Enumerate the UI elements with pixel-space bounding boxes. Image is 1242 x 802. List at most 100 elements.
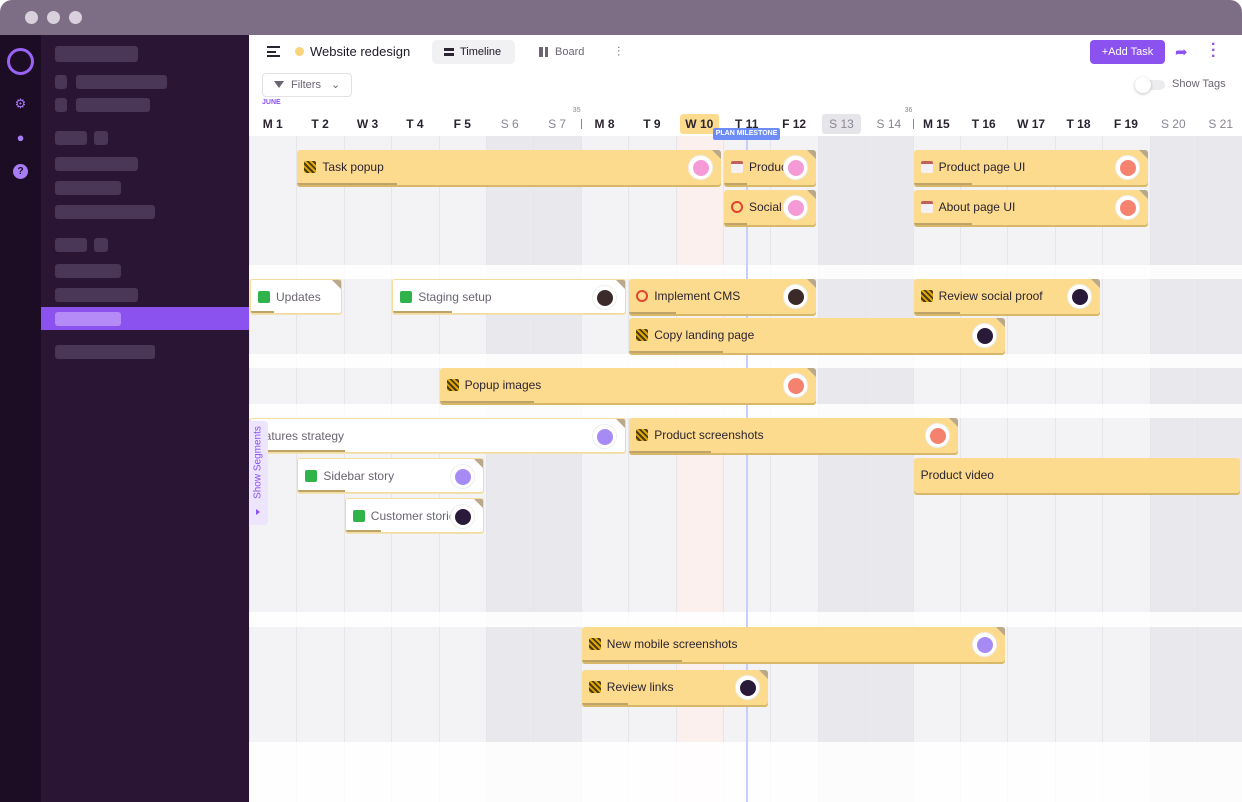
- task-bar[interactable]: Product video: [913, 458, 1240, 493]
- assignee-avatar[interactable]: [592, 424, 618, 449]
- day-header: S 20: [1160, 117, 1186, 131]
- resize-corner[interactable]: [331, 280, 341, 289]
- task-bar[interactable]: Updates: [250, 279, 342, 314]
- progress-bar: [913, 183, 973, 185]
- assignee-avatar[interactable]: [782, 284, 808, 309]
- task-bar[interactable]: Customer stories: [344, 498, 484, 533]
- task-bar[interactable]: Sidebar story: [297, 458, 484, 493]
- help-icon[interactable]: ?: [13, 164, 28, 179]
- resize-corner[interactable]: [996, 627, 1006, 636]
- assignee-avatar[interactable]: [449, 504, 475, 529]
- resize-corner[interactable]: [806, 368, 816, 377]
- resize-corner[interactable]: [759, 670, 769, 679]
- blocked-status-icon: [636, 290, 649, 302]
- task-bar[interactable]: Popup images: [439, 368, 816, 403]
- sidebar-item[interactable]: [55, 181, 121, 195]
- task-bar[interactable]: eatures strategy: [250, 418, 627, 453]
- resize-corner[interactable]: [996, 318, 1006, 327]
- task-title: Product video: [920, 468, 994, 482]
- done-status-icon: [305, 470, 318, 482]
- show-tags-toggle[interactable]: [1135, 77, 1165, 93]
- menu-icon[interactable]: [267, 46, 280, 57]
- day-header: F 5: [453, 117, 471, 131]
- more-options-icon[interactable]: · · ·: [1211, 37, 1216, 65]
- assignee-avatar[interactable]: [972, 632, 998, 657]
- task-bar[interactable]: Product page UI: [913, 150, 1148, 185]
- week-divider: [580, 119, 582, 129]
- blocked-status-icon: [731, 201, 743, 213]
- sidebar-item[interactable]: [55, 264, 121, 278]
- maximize-window-button[interactable]: [69, 11, 82, 24]
- settings-sliders-icon[interactable]: ⫶: [617, 44, 620, 60]
- sidebar-item[interactable]: [55, 345, 155, 359]
- task-bar[interactable]: Review links: [581, 670, 769, 705]
- resize-corner[interactable]: [1138, 190, 1148, 199]
- task-bar[interactable]: Copy landing page: [629, 318, 1006, 353]
- day-header: W 3: [356, 117, 379, 131]
- in-progress-status-icon: [636, 329, 649, 341]
- tab-board[interactable]: Board: [527, 40, 597, 64]
- task-bar[interactable]: Review social proof: [913, 279, 1101, 314]
- in-progress-status-icon: [636, 429, 649, 441]
- assignee-avatar[interactable]: [592, 285, 618, 310]
- icon-rail: ⚙ ● ?: [0, 35, 41, 802]
- assignee-avatar[interactable]: [1114, 195, 1140, 220]
- close-window-button[interactable]: [25, 11, 38, 24]
- task-bar[interactable]: Staging setup: [392, 279, 627, 314]
- users-icon[interactable]: ●: [13, 130, 28, 145]
- assignee-avatar[interactable]: [449, 464, 475, 489]
- resize-corner[interactable]: [473, 499, 483, 508]
- timeline-icon: [444, 48, 454, 56]
- add-task-button[interactable]: +Add Task: [1090, 40, 1165, 64]
- sidebar-item[interactable]: [55, 157, 138, 171]
- resize-corner[interactable]: [616, 280, 626, 289]
- progress-bar: [629, 312, 676, 314]
- sidebar-item[interactable]: [55, 205, 155, 219]
- assignee-avatar[interactable]: [782, 155, 808, 180]
- resize-corner[interactable]: [806, 190, 816, 199]
- day-header: S 7: [548, 117, 567, 131]
- assignee-avatar[interactable]: [1114, 155, 1140, 180]
- resize-corner[interactable]: [806, 279, 816, 288]
- sidebar-item-active[interactable]: [41, 307, 249, 330]
- draft-status-icon: [731, 161, 743, 173]
- day-column: [486, 136, 534, 802]
- show-segments-label: Show Segments: [252, 426, 264, 499]
- assignee-avatar[interactable]: [687, 155, 713, 180]
- milestone-badge[interactable]: PLAN MILESTONE: [712, 128, 781, 140]
- assignee-avatar[interactable]: [782, 373, 808, 398]
- resize-corner[interactable]: [1138, 150, 1148, 159]
- filters-dropdown[interactable]: Filters ⌄: [262, 73, 352, 97]
- task-bar[interactable]: Product screenshots: [629, 418, 958, 453]
- task-bar[interactable]: Social: [724, 190, 816, 225]
- draft-status-icon: [920, 161, 933, 173]
- resize-corner[interactable]: [806, 150, 816, 159]
- assignee-avatar[interactable]: [1067, 284, 1093, 309]
- week-number: 35: [572, 107, 581, 114]
- task-title: eatures strategy: [258, 429, 345, 443]
- task-bar[interactable]: About page UI: [913, 190, 1148, 225]
- resize-corner[interactable]: [473, 459, 483, 468]
- task-bar[interactable]: New mobile screenshots: [581, 627, 1006, 662]
- resize-corner[interactable]: [616, 419, 626, 428]
- month-label: JUNE: [262, 99, 281, 106]
- sidebar-item[interactable]: [55, 288, 138, 302]
- assignee-avatar[interactable]: [782, 195, 808, 220]
- app-logo-icon[interactable]: [7, 48, 34, 75]
- tab-timeline[interactable]: Timeline: [432, 40, 515, 64]
- share-icon[interactable]: ➦: [1175, 43, 1188, 61]
- resize-corner[interactable]: [711, 150, 721, 159]
- task-bar[interactable]: Implement CMS: [629, 279, 816, 314]
- minimize-window-button[interactable]: [47, 11, 60, 24]
- resize-corner[interactable]: [948, 418, 958, 427]
- resize-corner[interactable]: [1091, 279, 1101, 288]
- gear-icon[interactable]: ⚙: [13, 96, 28, 111]
- sidebar-placeholder: [94, 131, 108, 145]
- task-bar[interactable]: Task popup: [297, 150, 721, 185]
- task-bar[interactable]: Product: [724, 150, 816, 185]
- show-segments-tab[interactable]: Show Segments: [249, 421, 268, 525]
- window-titlebar: [0, 0, 1242, 35]
- assignee-avatar[interactable]: [924, 423, 950, 448]
- assignee-avatar[interactable]: [735, 675, 761, 700]
- assignee-avatar[interactable]: [972, 323, 998, 348]
